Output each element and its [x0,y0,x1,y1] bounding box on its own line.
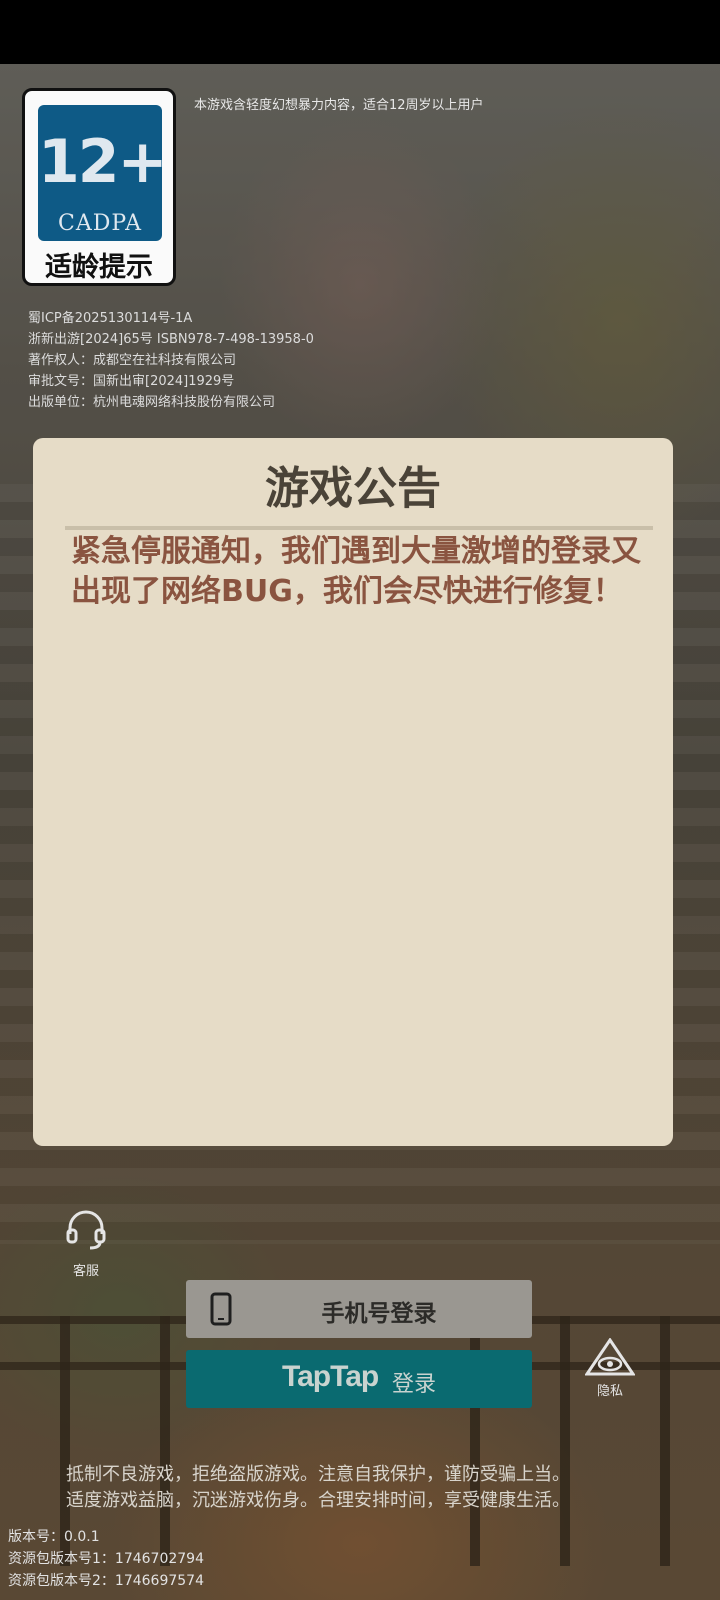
announcement-body: 紧急停服通知，我们遇到大量激增的登录又出现了网络BUG，我们会尽快进行修复！ [71,534,641,609]
age-rating-badge: 12+ CADPA 适龄提示 [22,88,176,286]
license-line: 审批文号：国新出审[2024]1929号 [28,374,235,389]
age-rating-label: 适龄提示 [45,252,153,283]
health-notice: 抵制不良游戏，拒绝盗版游戏。注意自我保护，谨防受骗上当。 适度游戏益脑，沉迷游戏… [66,1462,570,1514]
customer-service-button[interactable]: 客服 [60,1208,112,1279]
license-line: 浙新出游[2024]65号 ISBN978-7-498-13958-0 [28,332,314,347]
announcement-divider [65,526,653,530]
age-rating-org: CADPA [57,211,143,236]
version-line: 版本号：0.0.1 [8,1529,100,1545]
headset-icon [66,1210,106,1250]
eye-triangle-icon [584,1337,636,1376]
age-rating-number: 12+ [38,127,168,197]
taptap-login-label: 登录 [392,1371,437,1396]
version-info: 版本号：0.0.1 资源包版本号1：1746702794 资源包版本号2：174… [8,1526,204,1592]
status-bar [0,0,720,64]
privacy-button[interactable]: 隐私 [580,1337,640,1399]
taptap-logo: TapTap [282,1360,379,1393]
content-notice: 本游戏含轻度幻想暴力内容，适合12周岁以上用户 [194,98,484,113]
license-line: 出版单位：杭州电魂网络科技股份有限公司 [28,395,276,410]
announcement-dialog[interactable]: 游戏公告 紧急停服通知，我们遇到大量激增的登录又出现了网络BUG，我们会尽快进行… [33,438,673,1146]
phone-login-label: 手机号登录 [321,1300,437,1326]
privacy-label: 隐私 [596,1384,623,1399]
announcement-title: 游戏公告 [265,463,441,514]
customer-service-label: 客服 [72,1264,99,1279]
license-line: 蜀ICP备2025130114号-1A [28,311,193,326]
health-notice-line: 抵制不良游戏，拒绝盗版游戏。注意自我保护，谨防受骗上当。 [66,1464,570,1485]
phone-icon [210,1292,232,1326]
version-line: 资源包版本号2：1746697574 [8,1573,204,1589]
license-line: 著作权人：成都空在社科技有限公司 [28,353,237,368]
health-notice-line: 适度游戏益脑，沉迷游戏伤身。合理安排时间，享受健康生活。 [66,1490,570,1511]
phone-login-button[interactable]: 手机号登录 [186,1280,532,1338]
age-rating-panel: 12+ CADPA [38,105,168,241]
license-info: 蜀ICP备2025130114号-1A 浙新出游[2024]65号 ISBN97… [28,308,314,413]
taptap-login-button[interactable]: TapTap 登录 [186,1350,532,1408]
version-line: 资源包版本号1：1746702794 [8,1551,204,1567]
